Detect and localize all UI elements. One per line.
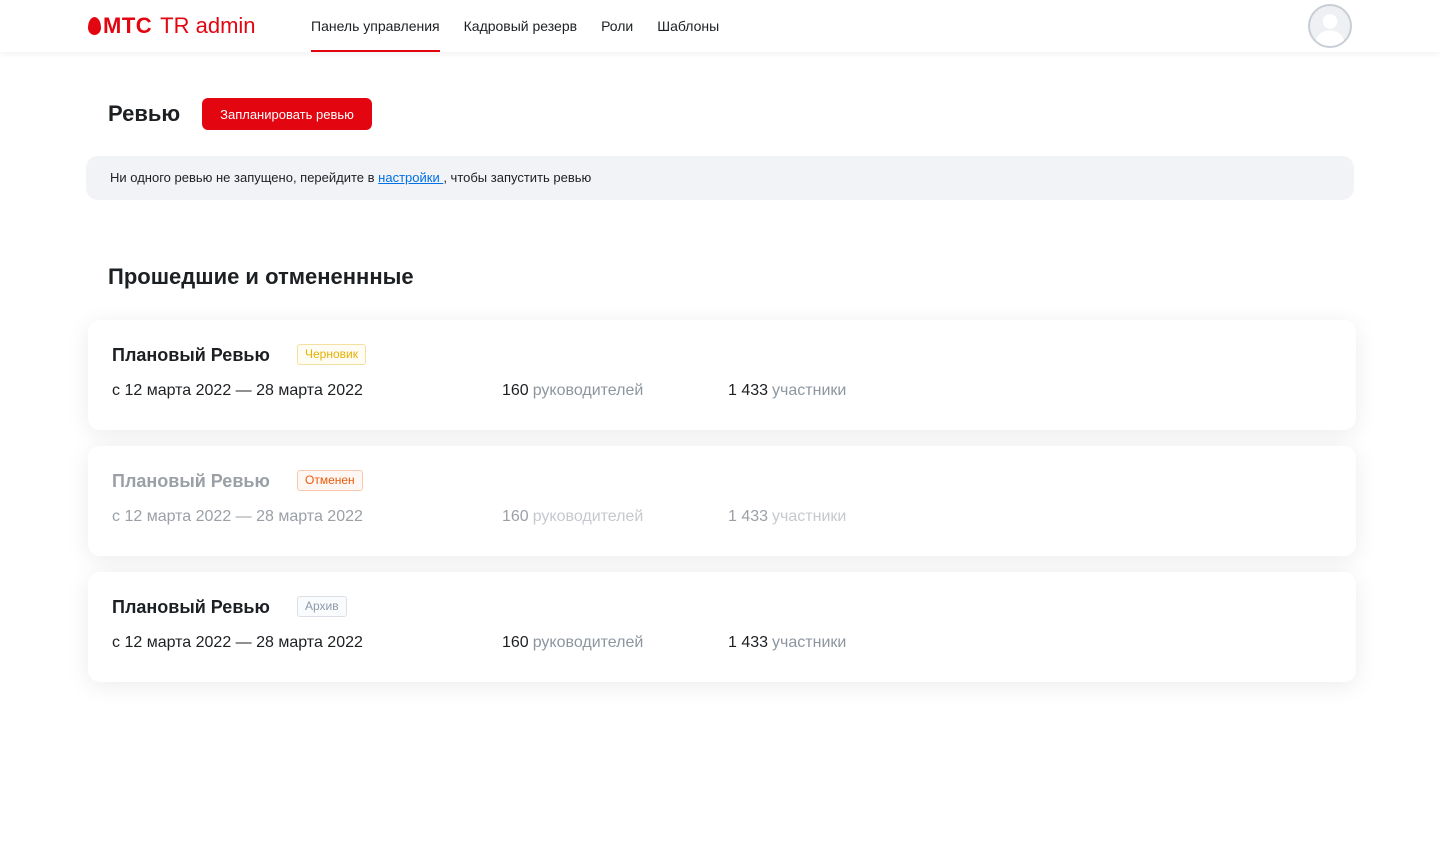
- participants-label: участники: [772, 634, 847, 651]
- settings-link[interactable]: настройки: [378, 170, 443, 185]
- managers-stat: 160 руководителей: [502, 632, 643, 654]
- participants-label: участники: [772, 508, 847, 525]
- participants-stat: 1 433 участники: [728, 632, 846, 654]
- participants-stat: 1 433 участники: [728, 506, 846, 528]
- top-bar: МТС TR admin Панель управления Кадровый …: [0, 0, 1440, 52]
- status-badge: Архив: [297, 596, 347, 617]
- notice-text-before: Ни одного ревью не запущено, перейдите в: [110, 170, 379, 185]
- logo[interactable]: МТС TR admin: [88, 12, 256, 40]
- review-dates: с 12 марта 2022 — 28 марта 2022: [112, 634, 363, 651]
- logo-app-name: TR admin: [160, 13, 256, 38]
- user-icon: [1315, 14, 1345, 46]
- review-card-title: Плановый Ревью: [112, 597, 270, 617]
- review-card-title: Плановый Ревью: [112, 471, 270, 491]
- mts-egg-icon: [88, 17, 101, 35]
- nav-item-roles[interactable]: Роли: [601, 0, 633, 52]
- managers-stat: 160 руководителей: [502, 380, 643, 402]
- managers-count: 160: [502, 382, 529, 399]
- participants-count: 1 433: [728, 634, 769, 651]
- avatar[interactable]: [1308, 4, 1352, 48]
- managers-count: 160: [502, 508, 529, 525]
- managers-stat: 160 руководителей: [502, 506, 643, 528]
- review-card[interactable]: Плановый Ревью Отменен с 12 марта 2022 —…: [88, 446, 1356, 556]
- notice-text-after: , чтобы запустить ревью: [443, 170, 592, 185]
- participants-count: 1 433: [728, 382, 769, 399]
- managers-label: руководителей: [532, 508, 644, 525]
- participants-stat: 1 433 участники: [728, 380, 846, 402]
- review-card[interactable]: Плановый Ревью Архив с 12 марта 2022 — 2…: [88, 572, 1356, 682]
- section-title-past: Прошедшие и отмененнные: [108, 264, 414, 289]
- main-nav: Панель управления Кадровый резерв Роли Ш…: [311, 0, 743, 52]
- nav-item-templates[interactable]: Шаблоны: [657, 0, 719, 52]
- status-badge: Отменен: [297, 470, 363, 491]
- review-dates: с 12 марта 2022 — 28 марта 2022: [112, 508, 363, 525]
- managers-label: руководителей: [532, 382, 644, 399]
- review-card-title: Плановый Ревью: [112, 345, 270, 365]
- participants-count: 1 433: [728, 508, 769, 525]
- managers-count: 160: [502, 634, 529, 651]
- info-notice: Ни одного ревью не запущено, перейдите в…: [86, 156, 1354, 200]
- review-card[interactable]: Плановый Ревью Черновик с 12 марта 2022 …: [88, 320, 1356, 430]
- status-badge: Черновик: [297, 344, 366, 365]
- review-dates: с 12 марта 2022 — 28 марта 2022: [112, 382, 363, 399]
- nav-item-talent-pool[interactable]: Кадровый резерв: [464, 0, 577, 52]
- managers-label: руководителей: [532, 634, 644, 651]
- participants-label: участники: [772, 382, 847, 399]
- plan-review-button[interactable]: Запланировать ревью: [202, 98, 372, 130]
- nav-item-dashboard[interactable]: Панель управления: [311, 0, 440, 52]
- logo-brand: МТС: [103, 13, 153, 38]
- page-title: Ревью: [108, 101, 181, 126]
